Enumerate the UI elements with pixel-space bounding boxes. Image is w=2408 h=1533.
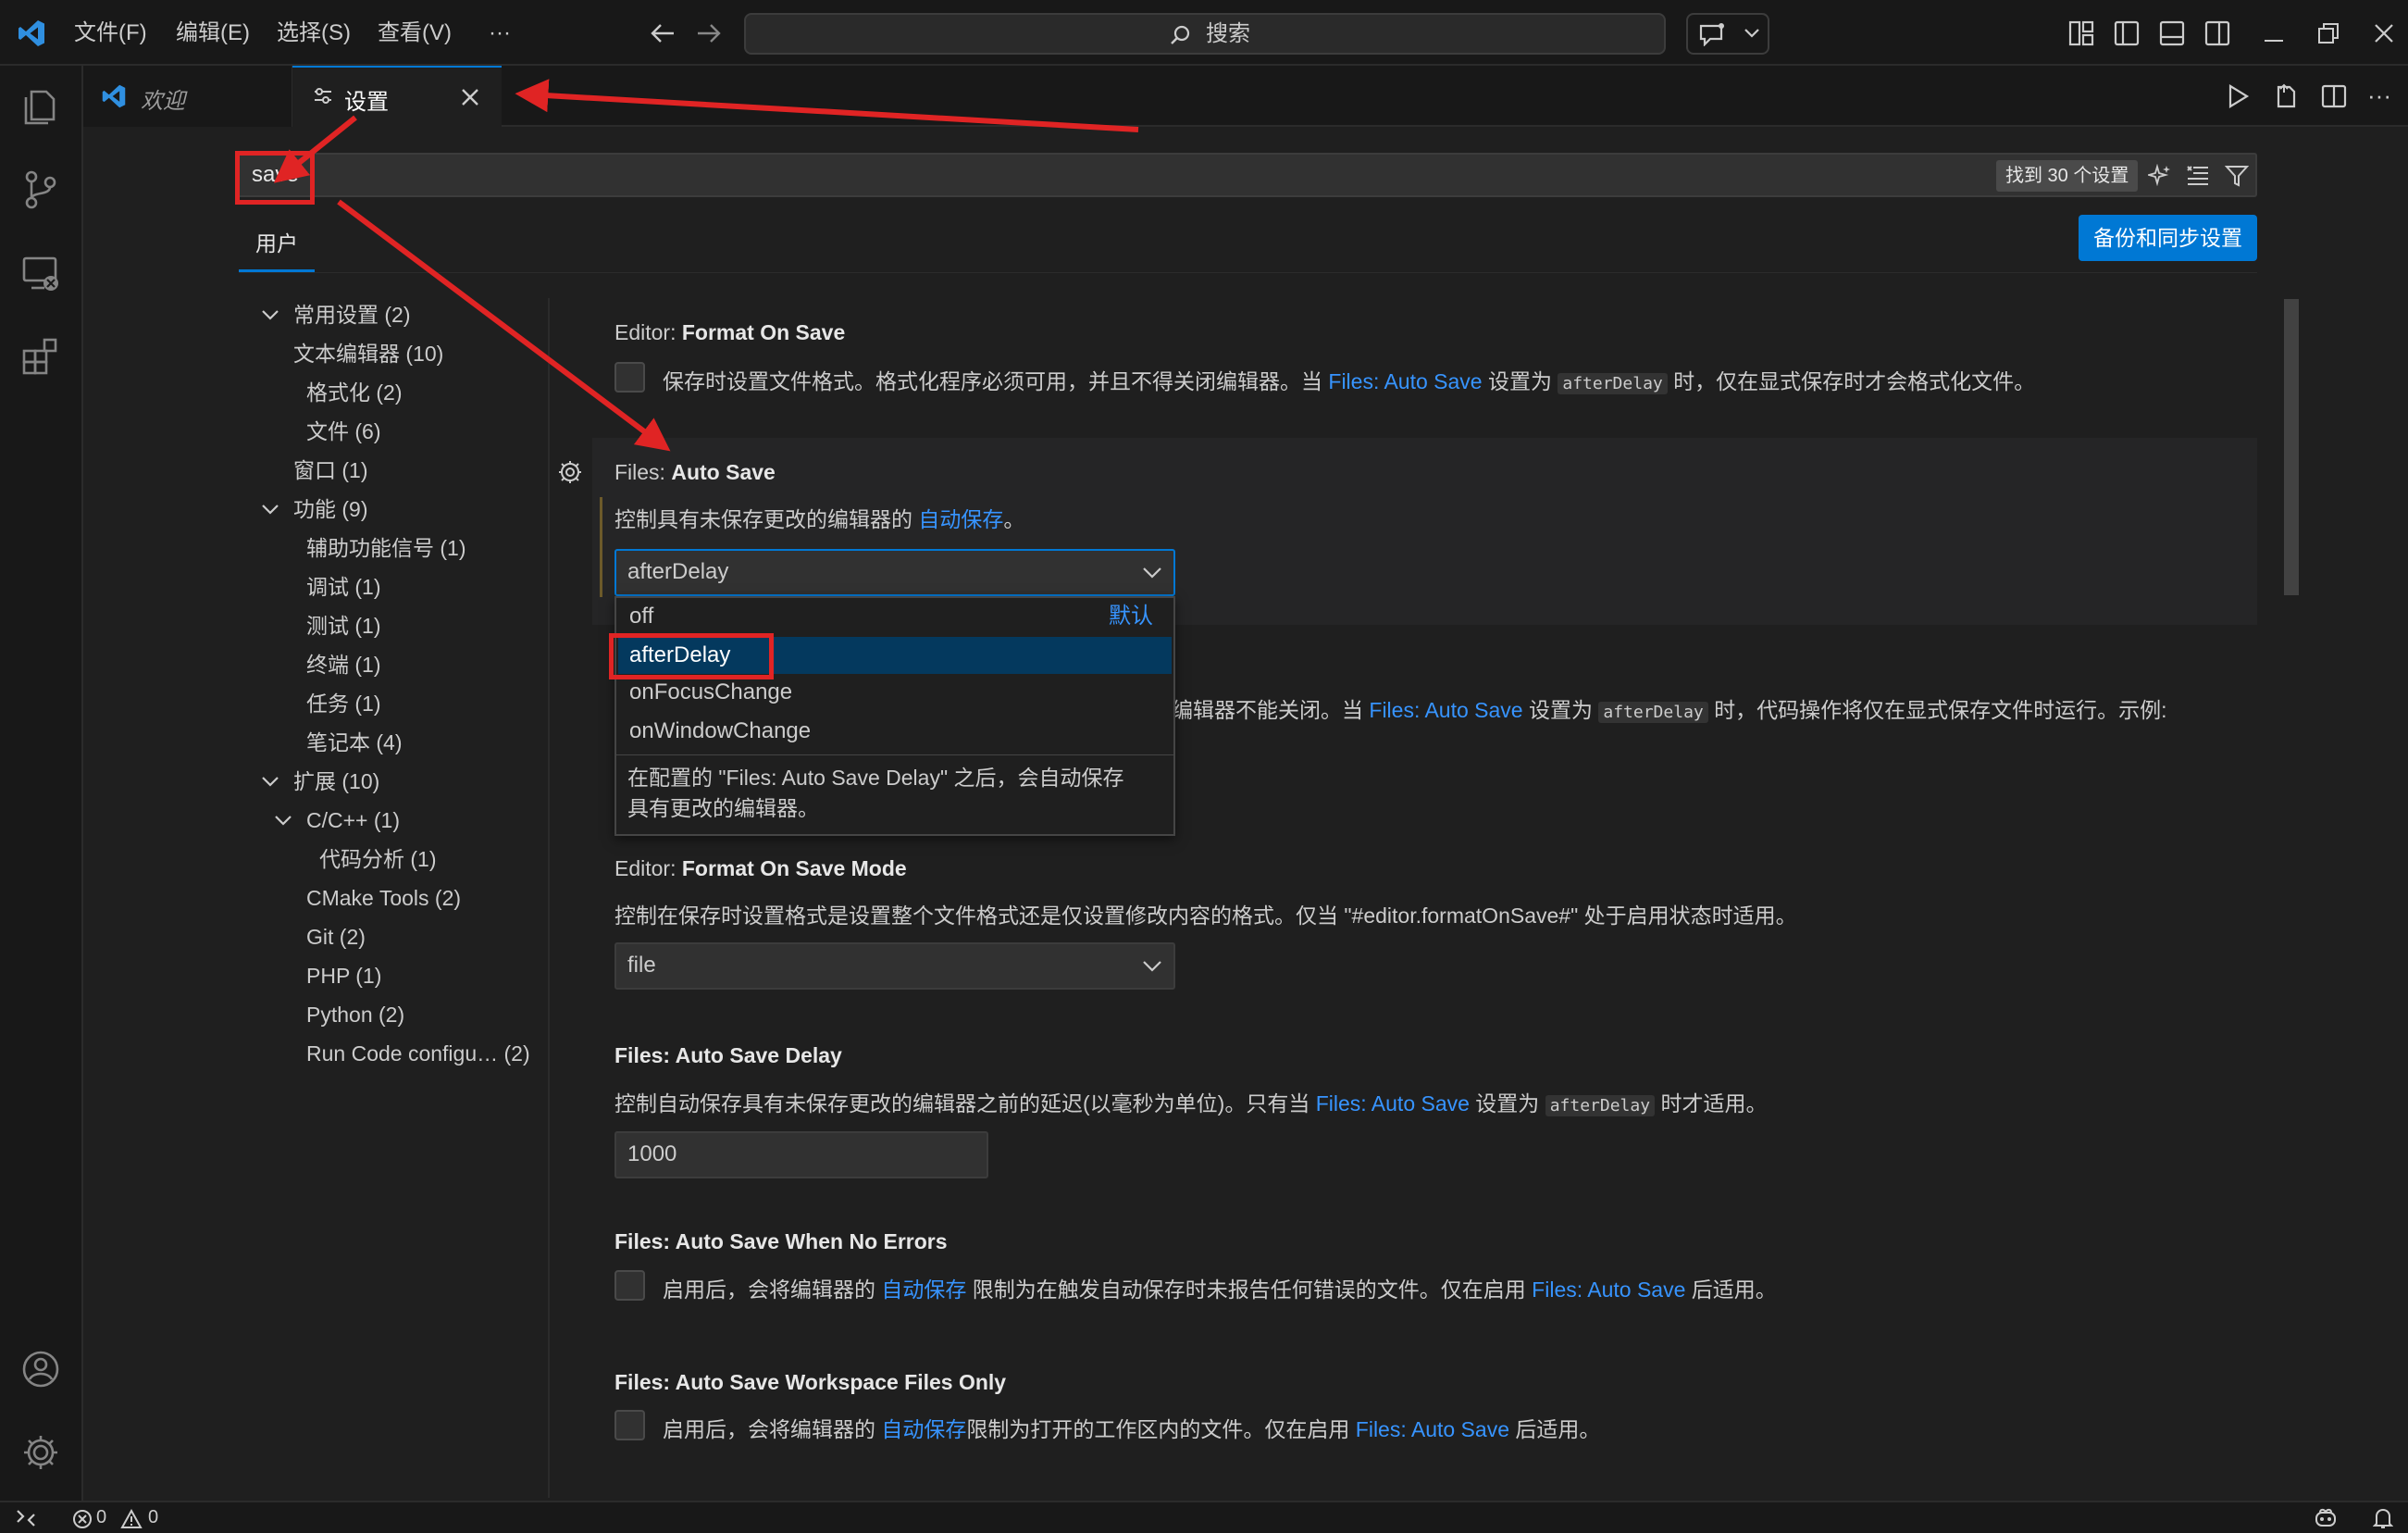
warnings-icon[interactable] bbox=[120, 1509, 143, 1529]
remote-indicator-icon[interactable] bbox=[15, 1508, 37, 1528]
status-bar: 0 0 bbox=[0, 1501, 2408, 1533]
errors-icon[interactable] bbox=[72, 1509, 93, 1529]
warning-count[interactable]: 0 bbox=[148, 1507, 158, 1528]
notifications-bell-icon[interactable] bbox=[2373, 1507, 2393, 1529]
error-count[interactable]: 0 bbox=[96, 1507, 106, 1528]
copilot-status-icon[interactable] bbox=[2314, 1507, 2338, 1529]
annotation-arrows bbox=[273, 79, 1139, 452]
vscode-window: 文件(F) 编辑(E) 选择(S) 查看(V) ··· 搜索 欢迎 设置 ···… bbox=[0, 0, 2408, 1533]
